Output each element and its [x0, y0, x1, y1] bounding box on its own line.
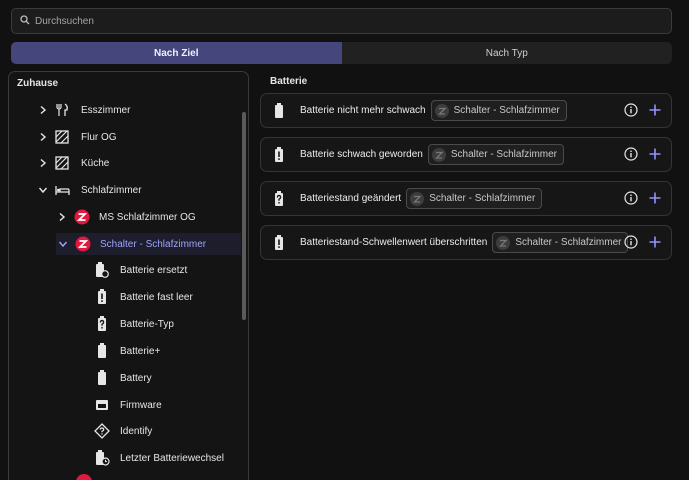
tree-item-label: Batterie+	[120, 345, 161, 357]
area-icon	[54, 155, 70, 171]
device-chip: Schalter - Schlafzimmer	[427, 144, 564, 165]
tree-item-letzter-batteriewechsel[interactable]: Letzter Batteriewechsel	[94, 447, 224, 469]
tree-item-label: Letzter Batteriewechsel	[120, 452, 224, 464]
tree-scrollbar[interactable]	[242, 112, 246, 320]
tree-item-firmware[interactable]: Firmware	[94, 394, 162, 416]
battery-alert-icon	[94, 289, 110, 305]
tree-item-ms-schlafzimmer-og[interactable]: MS Schlafzimmer OG	[55, 206, 196, 228]
device-chip: Schalter - Schlafzimmer	[406, 188, 543, 209]
card-actions	[623, 146, 663, 162]
trigger-label: Batteriestand-Schwellenwert überschritte…	[300, 237, 488, 248]
battery-unknown-icon	[271, 190, 287, 207]
category-header: Batterie	[270, 76, 308, 87]
search-icon	[20, 14, 30, 28]
search-input[interactable]	[35, 15, 635, 27]
tree-item-label: Battery	[120, 372, 152, 384]
card-actions	[623, 102, 663, 118]
tree-item-label: Batterie ersetzt	[120, 264, 188, 276]
battery-icon	[94, 343, 110, 359]
tree-item-label: Schlafzimmer	[81, 184, 142, 196]
battery-alert-icon	[271, 234, 287, 251]
add-icon[interactable]	[647, 102, 663, 118]
chevron-right-icon[interactable]	[36, 156, 50, 170]
chevron-right-icon[interactable]	[55, 210, 69, 224]
tree-item-label: Flur OG	[81, 131, 117, 143]
tree-item-batterie-plus[interactable]: Batterie+	[94, 340, 160, 362]
device-chip-label: Schalter - Schlafzimmer	[429, 193, 536, 204]
firmware-icon	[94, 397, 110, 413]
trigger-label: Batterie schwach geworden	[300, 149, 423, 160]
info-icon[interactable]	[623, 190, 639, 206]
tree-item-kueche[interactable]: Küche	[36, 152, 109, 174]
tab-bar: Nach Ziel Nach Typ	[11, 42, 672, 64]
tree-item-label: Identify	[120, 425, 153, 437]
bed-icon	[54, 182, 70, 198]
add-icon[interactable]	[647, 190, 663, 206]
tree-item-label: Firmware	[120, 399, 162, 411]
tree-item-label: Batterie-Typ	[120, 318, 174, 330]
tree-item-schalter-schlafzimmer[interactable]: Schalter - Schlafzimmer	[56, 233, 241, 255]
battery-alert-icon	[271, 146, 287, 163]
device-chip-label: Schalter - Schlafzimmer	[450, 149, 557, 160]
tree-item-flur-og[interactable]: Flur OG	[36, 126, 117, 148]
card-actions	[623, 234, 663, 250]
trigger-card[interactable]: Batteriestand-Schwellenwert überschritte…	[260, 225, 672, 260]
battery-icon	[271, 102, 287, 119]
tree-item-identify[interactable]: Identify	[94, 420, 152, 442]
battery-sync-icon	[94, 262, 110, 278]
chevron-right-icon[interactable]	[36, 130, 50, 144]
zwave-icon	[496, 235, 511, 250]
tree-item-label: Schalter - Schlafzimmer	[100, 238, 207, 250]
zwave-icon	[74, 209, 90, 225]
tab-nach-typ[interactable]: Nach Typ	[341, 42, 672, 64]
zwave-icon	[431, 147, 446, 162]
chevron-right-icon[interactable]	[36, 103, 50, 117]
tab-nach-ziel[interactable]: Nach Ziel	[11, 42, 342, 64]
add-icon[interactable]	[647, 234, 663, 250]
chevron-down-icon[interactable]	[36, 183, 50, 197]
card-actions	[623, 190, 663, 206]
device-chip: Schalter - Schlafzimmer	[430, 100, 567, 121]
device-chip-label: Schalter - Schlafzimmer	[515, 237, 622, 248]
zwave-icon	[75, 236, 91, 252]
tree-item-esszimmer[interactable]: Esszimmer	[36, 99, 130, 121]
tree-item-batterie-fast-leer[interactable]: Batterie fast leer	[94, 286, 193, 308]
device-chip-label: Schalter - Schlafzimmer	[453, 105, 560, 116]
info-icon[interactable]	[623, 146, 639, 162]
chevron-down-icon[interactable]	[56, 237, 70, 251]
info-icon[interactable]	[623, 102, 639, 118]
trigger-card[interactable]: Batteriestand geändert Schalter - Schlaf…	[260, 181, 672, 216]
search-box[interactable]	[11, 8, 672, 34]
tree-item-battery[interactable]: Battery	[94, 367, 152, 389]
tree-item-label: MS Schlafzimmer OG	[99, 211, 196, 223]
tree-item-label: Batterie fast leer	[120, 291, 193, 303]
battery-unknown-icon	[94, 316, 110, 332]
tree-item-batterie-typ[interactable]: Batterie-Typ	[94, 313, 174, 335]
trigger-label: Batteriestand geändert	[300, 193, 402, 204]
tree-item-label: Küche	[81, 157, 110, 169]
battery-icon	[94, 370, 110, 386]
battery-clock-icon	[94, 450, 110, 466]
trigger-label: Batterie nicht mehr schwach	[300, 105, 426, 116]
help-rhombus-icon	[94, 423, 110, 439]
device-chip: Schalter - Schlafzimmer	[492, 232, 629, 253]
tree-item-batterie-ersetzt[interactable]: Batterie ersetzt	[94, 259, 187, 281]
tree-item-schlafzimmer[interactable]: Schlafzimmer	[36, 179, 142, 201]
info-icon[interactable]	[623, 234, 639, 250]
tree-item-label: Esszimmer	[81, 104, 131, 116]
trigger-card[interactable]: Batterie schwach geworden Schalter - Sch…	[260, 137, 672, 172]
zwave-icon	[410, 191, 425, 206]
area-icon	[54, 129, 70, 145]
trigger-card[interactable]: Batterie nicht mehr schwach Schalter - S…	[260, 93, 672, 128]
tree-header: Zuhause	[17, 78, 59, 89]
add-icon[interactable]	[647, 146, 663, 162]
fork-knife-icon	[54, 102, 70, 118]
zwave-icon	[434, 103, 449, 118]
